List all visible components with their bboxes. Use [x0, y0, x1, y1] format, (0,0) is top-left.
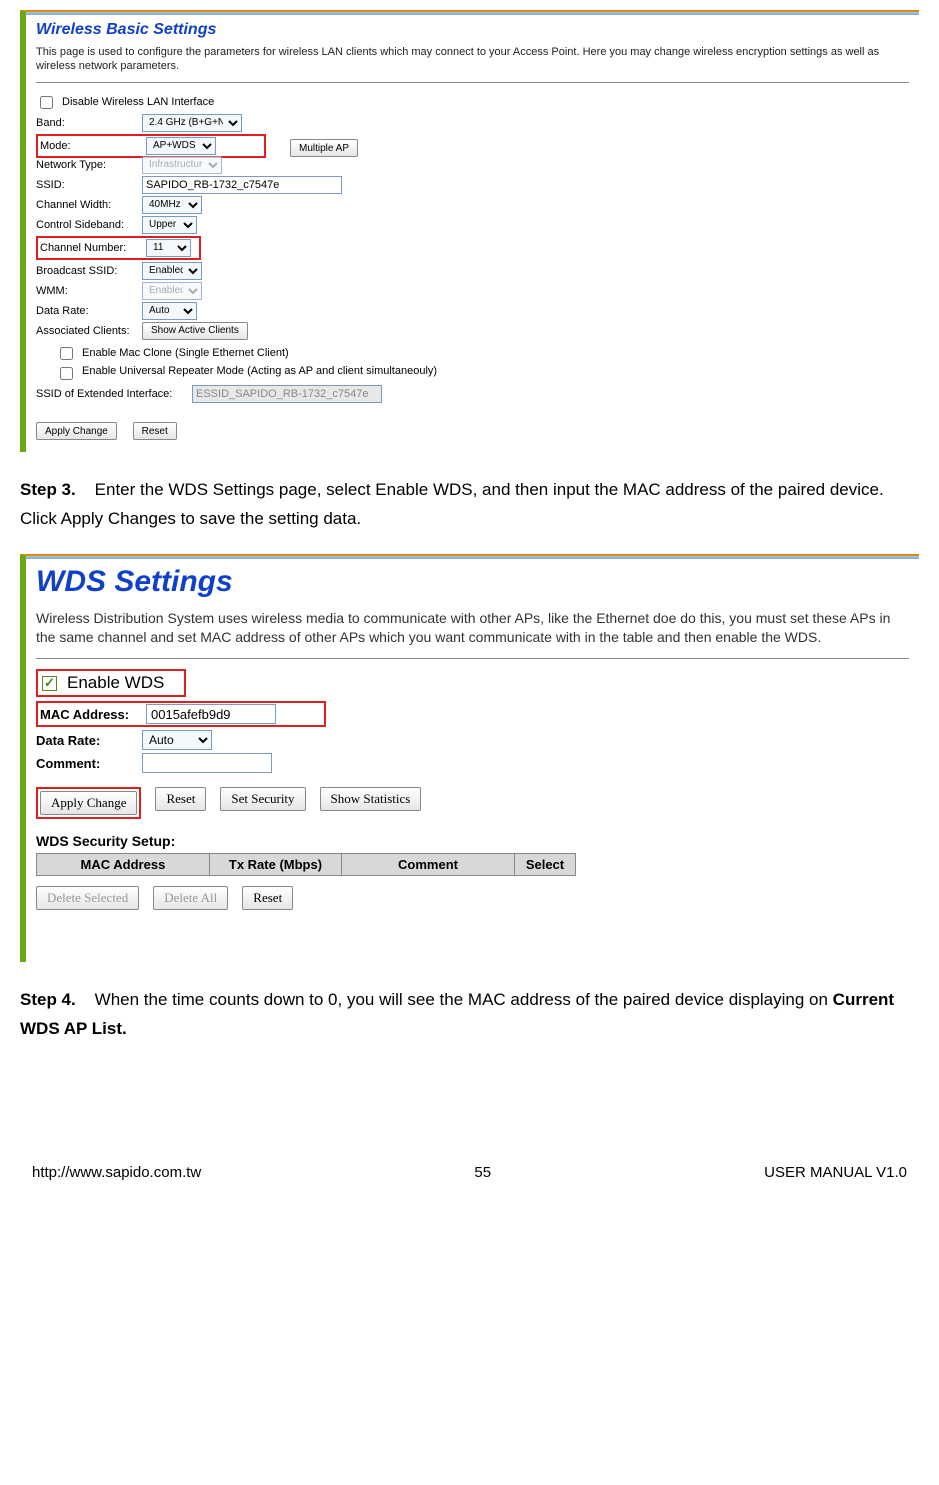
wds-security-table: MAC Address Tx Rate (Mbps) Comment Selec…	[36, 853, 576, 876]
wds-set-security-button[interactable]: Set Security	[220, 787, 305, 811]
ssid-ext-label: SSID of Extended Interface:	[36, 388, 186, 400]
step-3-label: Step 3.	[20, 480, 76, 499]
band-select[interactable]: 2.4 GHz (B+G+N)	[142, 114, 242, 132]
wireless-desc: This page is used to configure the param…	[36, 45, 909, 74]
delete-all-button: Delete All	[153, 886, 228, 910]
footer-url: http://www.sapido.com.tw	[32, 1164, 201, 1181]
wds-reset-button[interactable]: Reset	[155, 787, 206, 811]
show-active-clients-button[interactable]: Show Active Clients	[142, 322, 248, 340]
mode-label: Mode:	[40, 140, 140, 152]
wireless-title: Wireless Basic Settings	[36, 21, 909, 39]
mac-clone-label: Enable Mac Clone (Single Ethernet Client…	[82, 347, 289, 359]
broadcast-ssid-label: Broadcast SSID:	[36, 265, 136, 277]
data-rate-select[interactable]: Auto	[142, 302, 197, 320]
wds-mac-label: MAC Address:	[40, 707, 140, 722]
network-type-select: Infrastructure	[142, 156, 222, 174]
step-3-paragraph: Step 3. Enter the WDS Settings page, sel…	[20, 476, 919, 534]
channel-width-select[interactable]: 40MHz	[142, 196, 202, 214]
th-comment: Comment	[342, 854, 515, 876]
band-label: Band:	[36, 117, 136, 129]
enable-wds-checkbox[interactable]: ✓	[42, 676, 57, 691]
channel-number-select[interactable]: 11	[146, 239, 191, 257]
multiple-ap-button[interactable]: Multiple AP	[290, 139, 358, 157]
wds-security-setup-label: WDS Security Setup:	[36, 833, 909, 849]
th-tx: Tx Rate (Mbps)	[209, 854, 341, 876]
mac-clone-checkbox[interactable]	[60, 347, 73, 360]
wds-desc: Wireless Distribution System uses wirele…	[36, 609, 909, 648]
step-4-paragraph: Step 4. When the time counts down to 0, …	[20, 986, 919, 1044]
ssid-input[interactable]	[142, 176, 342, 194]
network-type-label: Network Type:	[36, 159, 136, 171]
page-footer: http://www.sapido.com.tw 55 USER MANUAL …	[20, 1164, 919, 1181]
wds-show-stats-button[interactable]: Show Statistics	[320, 787, 422, 811]
panel-top-bar-2	[26, 556, 919, 559]
univ-repeater-checkbox[interactable]	[60, 367, 73, 380]
wds-data-rate-select[interactable]: Auto	[142, 730, 212, 750]
panel-top-bar	[26, 12, 919, 15]
disable-wlan-label: Disable Wireless LAN Interface	[62, 96, 214, 108]
divider-2	[36, 658, 909, 659]
reset-button[interactable]: Reset	[133, 422, 177, 440]
apply-change-button[interactable]: Apply Change	[36, 422, 117, 440]
step-3-text: Enter the WDS Settings page, select Enab…	[20, 480, 884, 528]
wmm-label: WMM:	[36, 285, 136, 297]
wmm-select: Enabled	[142, 282, 202, 300]
control-sideband-select[interactable]: Upper	[142, 216, 197, 234]
broadcast-ssid-select[interactable]: Enabled	[142, 262, 202, 280]
wds-data-rate-label: Data Rate:	[36, 733, 136, 748]
mode-select[interactable]: AP+WDS	[146, 137, 216, 155]
step-4-text-a: When the time counts down to 0, you will…	[95, 990, 833, 1009]
wds-title: WDS Settings	[36, 565, 909, 599]
wds-settings-panel: WDS Settings Wireless Distribution Syste…	[20, 554, 919, 962]
wds-comment-label: Comment:	[36, 756, 136, 771]
channel-width-label: Channel Width:	[36, 199, 136, 211]
wds-comment-input[interactable]	[142, 753, 272, 773]
divider	[36, 82, 909, 83]
ssid-label: SSID:	[36, 179, 136, 191]
footer-page: 55	[474, 1164, 491, 1181]
th-mac: MAC Address	[37, 854, 210, 876]
wireless-basic-settings-panel: Wireless Basic Settings This page is use…	[20, 10, 919, 452]
enable-wds-label: Enable WDS	[67, 673, 164, 693]
wds-reset2-button[interactable]: Reset	[242, 886, 293, 910]
wds-apply-button[interactable]: Apply Change	[40, 791, 137, 815]
footer-manual: USER MANUAL V1.0	[764, 1164, 907, 1181]
ssid-ext-input	[192, 385, 382, 403]
step-4-label: Step 4.	[20, 990, 76, 1009]
wds-mac-input[interactable]	[146, 704, 276, 724]
univ-repeater-label: Enable Universal Repeater Mode (Acting a…	[82, 365, 437, 377]
disable-wlan-checkbox[interactable]	[40, 96, 53, 109]
data-rate-label: Data Rate:	[36, 305, 136, 317]
delete-selected-button: Delete Selected	[36, 886, 139, 910]
th-select: Select	[514, 854, 575, 876]
control-sideband-label: Control Sideband:	[36, 219, 136, 231]
channel-number-label: Channel Number:	[40, 242, 140, 254]
assoc-clients-label: Associated Clients:	[36, 325, 136, 337]
